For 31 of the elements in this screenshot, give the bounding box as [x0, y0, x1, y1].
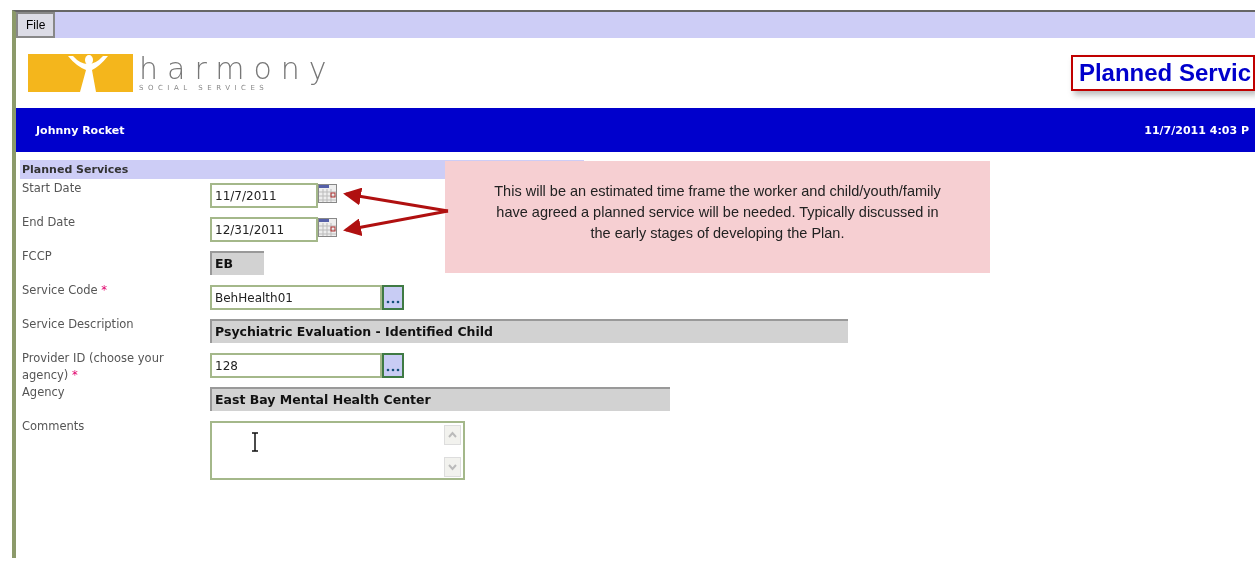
date-field[interactable]: 11/7/2011	[210, 183, 318, 208]
menu-item[interactable]: File	[16, 12, 56, 38]
field-label: Service Code *	[21, 282, 108, 299]
field-label: Agency	[21, 384, 66, 401]
field-label: FCCP	[21, 248, 53, 265]
field-label: End Date	[21, 214, 76, 231]
more-icon	[386, 300, 400, 304]
logo-icon	[28, 54, 133, 92]
readonly-field: East Bay Mental Health Center	[210, 387, 670, 411]
field-label: Provider ID (choose your agency) *	[21, 350, 165, 383]
date-field[interactable]: 12/31/2011	[210, 217, 318, 242]
more-icon	[386, 368, 400, 372]
date-time: 11/7/2011 4:03 P	[1144, 123, 1249, 137]
text-cursor-icon	[250, 432, 260, 452]
lookup-button[interactable]	[382, 353, 404, 378]
logo-name: harmony	[139, 54, 336, 84]
lookup-button[interactable]	[382, 285, 404, 310]
callout-note: This will be an estimated time frame the worker and child/youth/family have agreed a planned service will be needed. Typically discussed in the early stages of developing the Plan.	[445, 161, 990, 273]
page-title: Planned Servic	[1070, 55, 1255, 91]
lookup-field[interactable]: BehHealth01	[210, 285, 382, 310]
lookup-field[interactable]: 128	[210, 353, 382, 378]
required-marker: *	[101, 283, 107, 297]
required-marker: *	[72, 368, 78, 382]
user-name: Johnny Rocket	[36, 123, 125, 137]
calendar-icon[interactable]	[318, 184, 337, 203]
readonly-field: Psychiatric Evaluation - Identified Child	[210, 319, 848, 343]
calendar-icon[interactable]	[318, 218, 337, 237]
readonly-field: EB	[210, 251, 264, 275]
field-label: Comments	[21, 418, 86, 435]
field-label: Start Date	[21, 180, 83, 197]
field-label: Service Description	[21, 316, 135, 333]
